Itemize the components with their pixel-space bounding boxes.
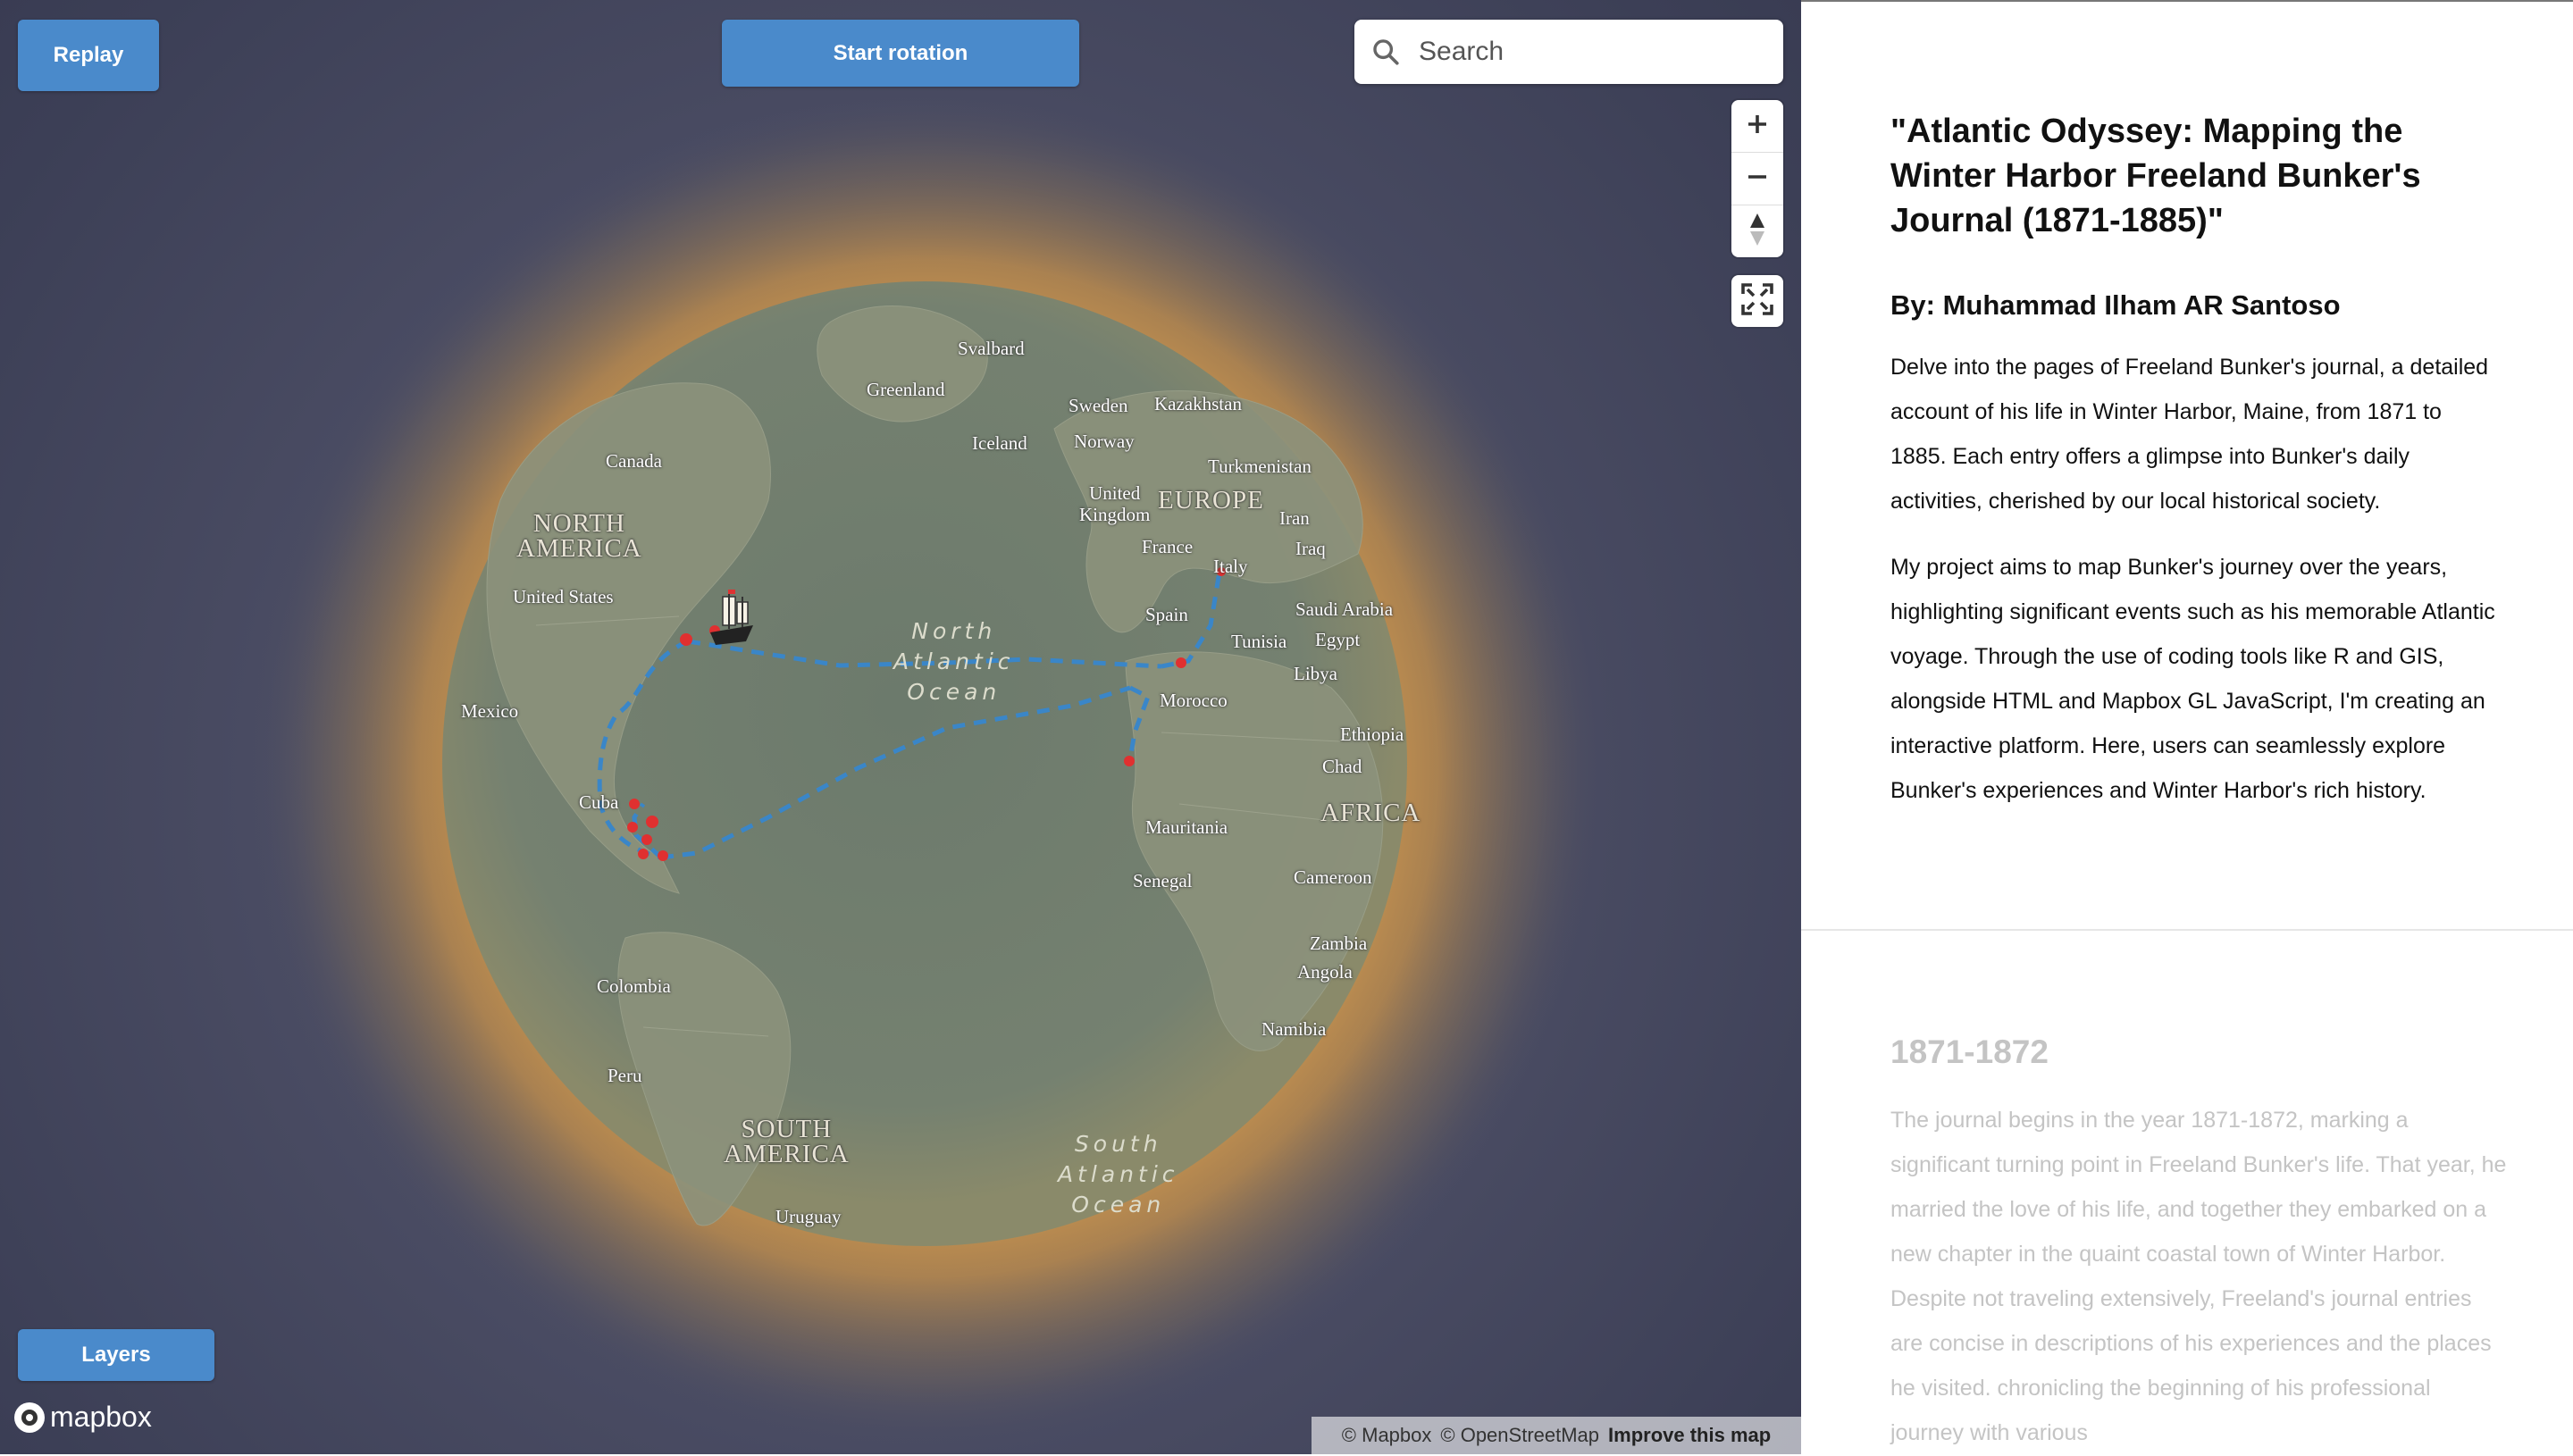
compass-icon [1746,212,1769,252]
stop-marker [627,822,638,833]
label-africa: AFRICA [1320,799,1421,827]
label-mexico: Mexico [461,700,519,722]
label-svalbard: Svalbard [958,338,1025,359]
label-iceland: Iceland [972,432,1027,454]
label-europe: EUROPE [1158,486,1264,515]
stop-marker [638,849,649,859]
label-chad: Chad [1322,756,1362,777]
stop-marker [658,850,668,861]
map-canvas[interactable]: Svalbard Greenland Sweden Kazakhstan Nor… [0,0,1801,1454]
attribution: © Mapbox © OpenStreetMap Improve this ma… [1312,1417,1801,1454]
label-cuba: Cuba [579,791,619,813]
layers-button[interactable]: Layers [18,1329,214,1381]
fullscreen-icon [1740,282,1774,321]
label-greenland: Greenland [867,379,945,400]
globe[interactable] [0,0,1801,1454]
fullscreen-control [1731,275,1783,327]
mapbox-logo-text: mapbox [50,1401,152,1433]
label-uruguay: Uruguay [775,1206,842,1227]
mapbox-logo[interactable]: mapbox [14,1401,152,1434]
chapter-text: The journal begins in the year 1871-1872… [1890,1108,2507,1445]
author-byline: By: Muhammad Ilham AR Santoso [1890,289,2341,321]
stop-marker [680,633,692,646]
label-mauritania: Mauritania [1145,816,1228,838]
intro-section: "Atlantic Odyssey: Mapping the Winter Ha… [1890,109,2498,813]
label-namibia: Namibia [1261,1018,1327,1040]
navigation-control [1731,100,1783,257]
story-panel[interactable]: "Atlantic Odyssey: Mapping the Winter Ha… [1801,0,2573,1456]
label-spain: Spain [1145,604,1188,625]
label-morocco: Morocco [1160,690,1228,711]
label-egypt: Egypt [1315,629,1361,650]
attribution-osm-link[interactable]: © OpenStreetMap [1440,1424,1599,1447]
mapbox-logo-icon [14,1402,45,1433]
stop-marker [1124,756,1135,766]
intro-paragraph: My project aims to map Bunker's journey … [1890,555,2495,803]
stop-marker [646,816,658,828]
label-senegal: Senegal [1133,870,1193,891]
improve-map-link[interactable]: Improve this map [1608,1424,1771,1447]
search-input[interactable] [1417,36,1760,68]
label-peru: Peru [608,1065,642,1086]
label-zambia: Zambia [1310,933,1368,954]
label-norway: Norway [1074,431,1135,452]
intro-paragraph: Delve into the pages of Freeland Bunker'… [1890,355,2489,514]
zoom-in-button[interactable] [1731,100,1783,153]
fullscreen-button[interactable] [1731,275,1783,327]
compass-button[interactable] [1731,205,1783,257]
stop-marker [629,799,640,809]
label-canada: Canada [606,450,662,472]
label-iraq: Iraq [1295,538,1326,559]
label-kazakhstan: Kazakhstan [1154,393,1242,414]
label-turkmenistan: Turkmenistan [1208,456,1312,477]
label-north-atlantic-ocean: North Atlantic Ocean [893,618,1015,705]
search-box[interactable] [1354,20,1783,84]
label-united-kingdom: United Kingdom [1079,482,1151,525]
stop-marker [641,834,652,845]
label-north-america: NORTH AMERICA [516,509,642,563]
zoom-out-button[interactable] [1731,153,1783,205]
label-iran: Iran [1279,507,1310,529]
stop-marker [1176,657,1186,668]
label-libya: Libya [1294,663,1337,684]
label-italy: Italy [1213,556,1248,577]
chapter-heading: 1871-1872 [1890,1033,2049,1070]
label-sweden: Sweden [1069,395,1128,416]
label-ethiopia: Ethiopia [1340,724,1404,745]
attribution-mapbox-link[interactable]: © Mapbox [1342,1424,1432,1447]
label-colombia: Colombia [597,975,671,997]
zoom-out-icon [1746,165,1769,193]
start-rotation-button[interactable]: Start rotation [722,20,1079,87]
zoom-in-icon [1746,113,1769,140]
label-cameroon: Cameroon [1294,866,1372,888]
label-france: France [1142,536,1194,557]
replay-button[interactable]: Replay [18,20,159,91]
label-saudi-arabia: Saudi Arabia [1295,598,1394,620]
chapter-section: 1871-1872 The journal begins in the year… [1890,1033,2507,1455]
label-south-america: SOUTH AMERICA [724,1115,850,1168]
label-south-atlantic-ocean: South Atlantic Ocean [1058,1131,1179,1218]
search-icon [1354,37,1417,67]
label-tunisia: Tunisia [1231,631,1287,652]
label-united-states: United States [513,586,614,607]
section-divider [1801,929,2573,931]
label-angola: Angola [1297,961,1353,983]
page-title: "Atlantic Odyssey: Mapping the Winter Ha… [1890,113,2421,239]
